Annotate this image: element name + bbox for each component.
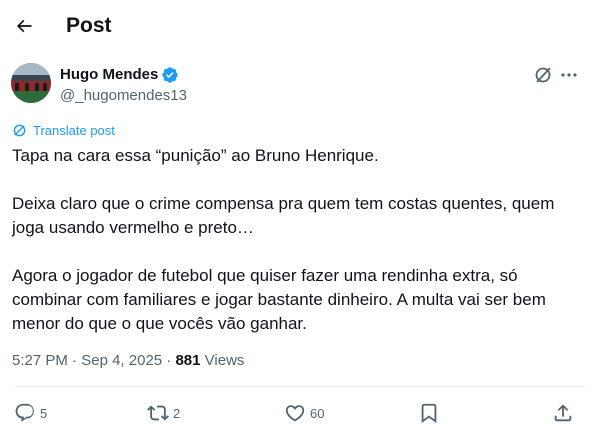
heart-icon <box>285 405 305 422</box>
meta-separator: · <box>162 352 176 369</box>
repost-count: 2 <box>173 405 181 421</box>
post-time[interactable]: 5:27 PM <box>12 352 68 369</box>
bookmark-button[interactable] <box>418 402 440 424</box>
bookmark-icon <box>421 403 437 424</box>
like-count: 60 <box>310 405 325 421</box>
reply-count: 5 <box>40 405 48 421</box>
grok-button[interactable] <box>532 64 554 86</box>
post-date[interactable]: Sep 4, 2025 <box>81 352 162 369</box>
more-options-button[interactable] <box>558 64 580 86</box>
grok-icon <box>535 67 551 83</box>
author-handle[interactable]: @_hugomendes13 <box>60 86 187 106</box>
repost-icon <box>147 405 169 421</box>
page-title: Post <box>66 14 112 37</box>
share-icon <box>554 404 572 422</box>
views-count: 881 <box>175 352 201 369</box>
avatar[interactable] <box>11 63 51 103</box>
back-button[interactable] <box>8 10 40 42</box>
post-meta: 5:27 PM · Sep 4, 2025 · 881 Views <box>12 351 244 371</box>
translate-post-link[interactable]: Translate post <box>12 121 115 139</box>
share-button[interactable] <box>552 402 574 424</box>
repost-button[interactable]: 2 <box>147 402 180 424</box>
arrow-left-icon <box>16 19 32 33</box>
translate-label: Translate post <box>33 122 115 138</box>
divider <box>12 386 588 387</box>
author-name[interactable]: Hugo Mendes <box>60 65 179 85</box>
views-label: Views <box>200 352 245 369</box>
like-button[interactable]: 60 <box>284 402 324 424</box>
more-horizontal-icon <box>561 73 577 77</box>
author-name-text: Hugo Mendes <box>60 66 159 83</box>
top-bar: Post <box>0 0 600 52</box>
reply-icon <box>15 403 34 422</box>
reply-button[interactable]: 5 <box>14 402 47 424</box>
tweet-paragraph: Tapa na cara essa “punição” ao Bruno Hen… <box>12 146 379 165</box>
tweet-paragraph: Deixa claro que o crime compensa pra que… <box>12 194 555 237</box>
meta-separator: · <box>67 352 82 369</box>
verified-badge-icon <box>162 67 179 83</box>
tweet-paragraph: Agora o jogador de futebol que quiser fa… <box>12 266 546 333</box>
translate-icon <box>13 124 26 136</box>
